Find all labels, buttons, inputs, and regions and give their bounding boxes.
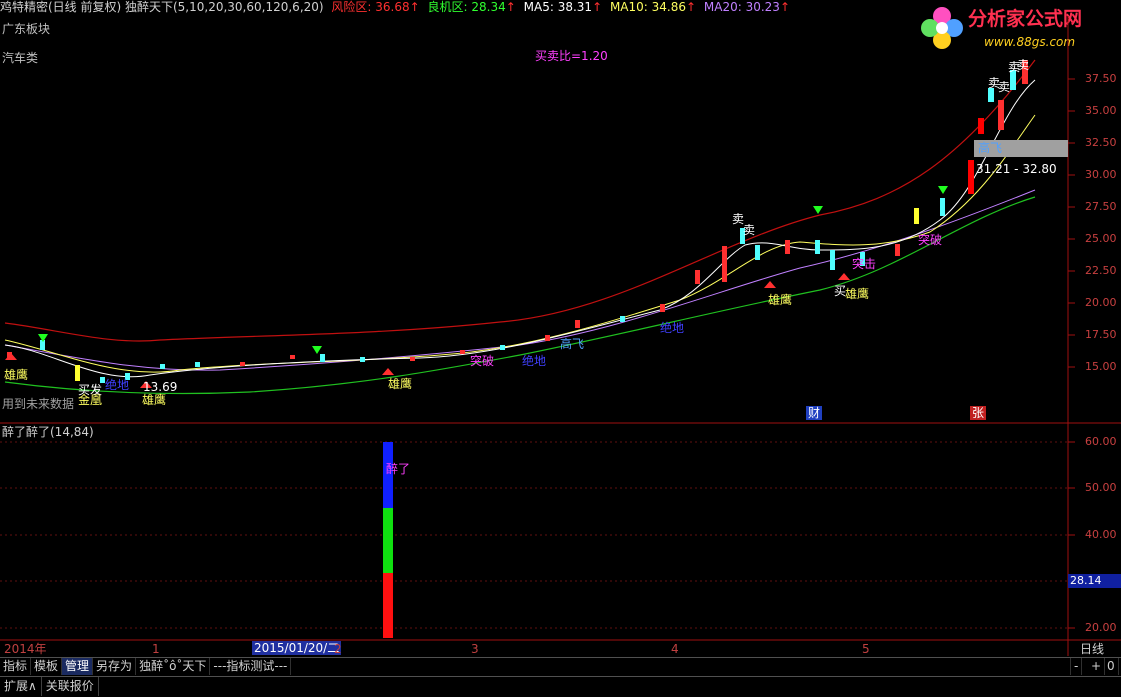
annot-price-range: 31.21 - 32.80 (976, 162, 1057, 176)
price-axis-tick: 22.50 (1085, 264, 1117, 277)
time-axis-month-3: 3 (471, 642, 479, 656)
period-selector[interactable]: 日线 (1080, 642, 1104, 656)
time-axis-month-5: 5 (862, 642, 870, 656)
tab-indicator[interactable]: 指标 (0, 658, 32, 675)
annot-tufei-2: 突破 (918, 233, 943, 247)
annot-juedi-2: 绝地 (522, 354, 547, 368)
annot-xiongying-1: 雄鹰 (4, 368, 29, 382)
annot-gaofei-box: 高飞 (978, 141, 1003, 155)
lower-current-value: 28.14 (1068, 574, 1121, 588)
annot-xiongying-5: 雄鹰 (845, 287, 870, 301)
annot-cai: 财 (806, 406, 823, 420)
price-axis-tick: 37.50 (1085, 72, 1117, 85)
annot-xiongying-4: 雄鹰 (768, 293, 793, 307)
lower-bar-label: 醉了 (386, 462, 411, 476)
price-axis-tick: 30.00 (1085, 168, 1117, 181)
zoom-value: 0 (1104, 658, 1119, 675)
tab-template[interactable]: 模板 (31, 658, 63, 675)
annot-zhang: 张 (970, 406, 987, 420)
price-axis-tick: 15.00 (1085, 360, 1117, 373)
time-axis-year: 2014年 (4, 642, 47, 656)
annot-xiongying-2: 雄鹰 (142, 393, 167, 407)
tab-indicator-test[interactable]: ---指标测试--- (210, 658, 292, 675)
zoom-out-button[interactable]: - (1070, 658, 1083, 675)
related-quotes-button[interactable]: 关联报价 (42, 677, 99, 696)
time-axis-month-4: 4 (671, 642, 679, 656)
annot-sell-4: 卖 (998, 80, 1011, 94)
time-axis-cursor-date: 2015/01/20/二 (252, 641, 342, 655)
annot-low-price: 13.69 (143, 380, 178, 394)
annot-tuji: 突击 (852, 257, 877, 271)
lower-axis-tick: 20.00 (1085, 621, 1117, 634)
price-axis-tick: 32.50 (1085, 136, 1117, 149)
price-axis-tick: 17.50 (1085, 328, 1117, 341)
formula-tabs: 指标 模板 管理 另存为 独醉˚ô˚天下 ---指标测试--- - + 0 (0, 657, 1121, 676)
tab-formula-name[interactable]: 独醉˚ô˚天下 (136, 658, 211, 675)
time-axis-month-2: 2 (334, 642, 342, 656)
status-bar: 扩展∧ 关联报价 (0, 676, 1121, 697)
annot-sell-2: 卖 (743, 223, 756, 237)
price-axis-tick: 27.50 (1085, 200, 1117, 213)
lower-axis-tick: 50.00 (1085, 481, 1117, 494)
annot-tufei: 突破 (470, 354, 495, 368)
tab-manage[interactable]: 管理 (62, 658, 94, 675)
lower-axis-tick: 40.00 (1085, 528, 1117, 541)
annot-sell-6: 卖 (1017, 58, 1030, 72)
tab-save-as[interactable]: 另存为 (93, 658, 137, 675)
lower-panel-title: 醉了醉了(14,84) (2, 425, 94, 439)
expand-button[interactable]: 扩展∧ (0, 677, 42, 696)
annot-gaofei-1: 高飞 (560, 337, 585, 351)
annot-jinhuang: 金凰 (78, 393, 103, 407)
zoom-in-button[interactable]: + (1088, 658, 1106, 675)
price-axis-tick: 20.00 (1085, 296, 1117, 309)
price-axis-tick: 25.00 (1085, 232, 1117, 245)
lower-axis-tick: 60.00 (1085, 435, 1117, 448)
price-axis-tick: 35.00 (1085, 104, 1117, 117)
annot-juedi-3: 绝地 (660, 321, 685, 335)
annot-juedi-1: 绝地 (105, 378, 130, 392)
annot-xiongying-3: 雄鹰 (388, 377, 413, 391)
time-axis-month-1: 1 (152, 642, 160, 656)
